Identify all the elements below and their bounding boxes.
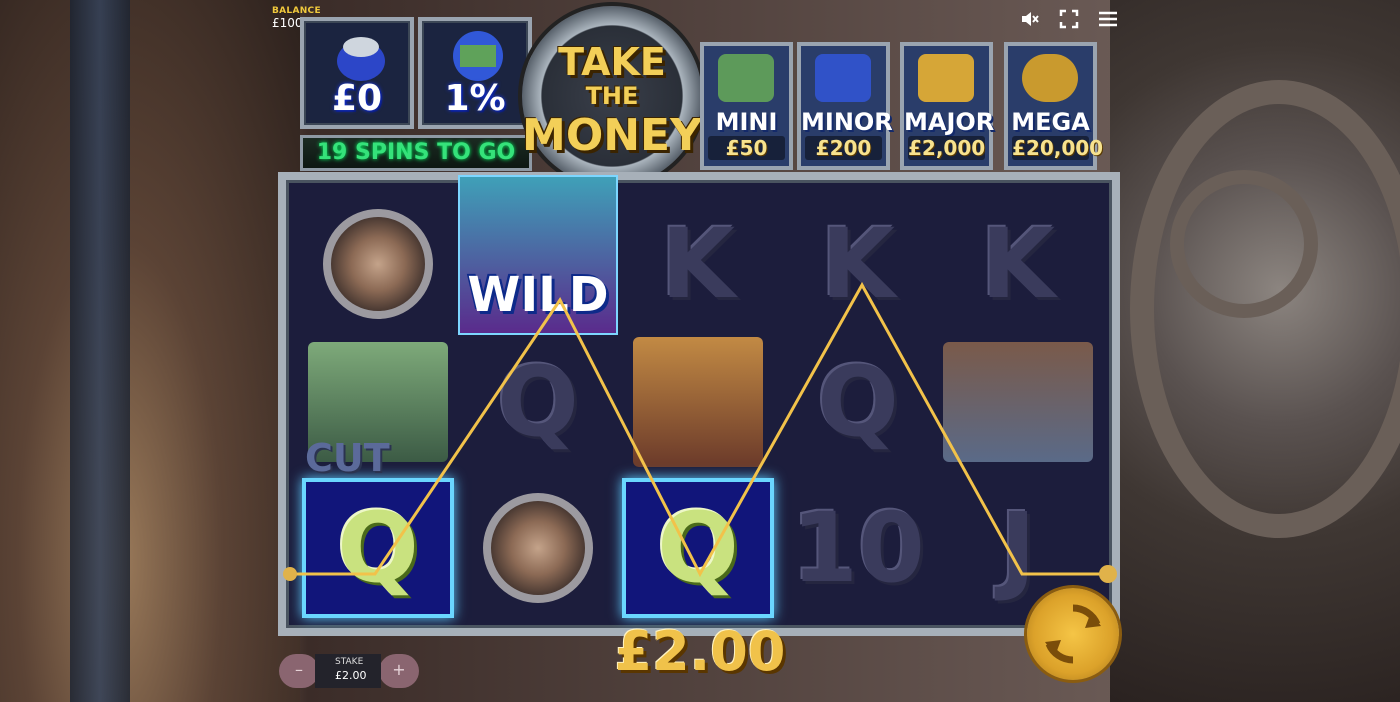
stake-increase-button[interactable]: +	[379, 654, 419, 688]
vault-door-frame	[70, 0, 130, 702]
jackpot-major: MAJOR £2,000	[900, 42, 995, 170]
spin-icon	[1045, 604, 1101, 664]
fullscreen-icon[interactable]	[1059, 9, 1079, 29]
jackpot-amount: £20,000	[1012, 136, 1104, 160]
vault-door-background	[1110, 0, 1400, 702]
symbol-q: Q	[782, 332, 934, 472]
mute-icon[interactable]	[1020, 9, 1040, 29]
stake-display: STAKE £2.00	[315, 654, 381, 688]
symbol-letter: Q	[497, 346, 579, 458]
stake-label: STAKE	[335, 657, 364, 667]
symbol-letter: 10	[791, 492, 925, 604]
jackpot-name: MAJOR	[904, 108, 995, 136]
credit-card-icon	[815, 54, 871, 102]
spins-remaining: 19 SPINS TO GO	[300, 135, 532, 171]
symbol-watch	[462, 478, 614, 618]
gold-coin-icon	[1022, 54, 1078, 102]
stake-decrease-button[interactable]: –	[279, 654, 319, 688]
multiplier-value: 1%	[444, 78, 506, 119]
symbol-watch	[302, 194, 454, 334]
symbol-k: K	[942, 194, 1094, 334]
balance-label: BALANCE	[272, 6, 321, 16]
spin-button[interactable]	[1027, 588, 1119, 680]
logo-line-2: THE	[585, 82, 639, 110]
jackpot-mega: MEGA £20,000	[1004, 42, 1104, 170]
stake-value: £2.00	[335, 669, 367, 682]
symbol-q-winning: Q	[622, 478, 774, 618]
jackpot-name: MEGA	[1011, 108, 1090, 136]
cash-coin-icon	[453, 31, 503, 81]
gold-coins-icon	[918, 54, 974, 102]
symbol-10: 10	[782, 478, 934, 618]
symbol-letter: Q	[337, 492, 419, 604]
jackpot-name: MINI	[715, 108, 778, 136]
logo-line-1: TAKE	[558, 40, 666, 84]
wild-label: WILD	[467, 267, 609, 323]
jackpot-minor: MINOR £200	[797, 42, 893, 170]
cash-roll-icon	[718, 54, 774, 102]
vault-shelves-background	[0, 0, 300, 702]
jewel-case-icon	[943, 342, 1093, 462]
symbol-letter: K	[660, 208, 736, 320]
jackpot-amount: £200	[805, 136, 882, 160]
win-amount: £2.00	[614, 620, 786, 683]
symbol-letter: K	[820, 208, 896, 320]
jackpot-amount: £50	[708, 136, 785, 160]
symbol-k: K	[782, 194, 934, 334]
jackpot-name: MINOR	[801, 108, 893, 136]
symbol-q: Q	[462, 332, 614, 472]
symbol-letter: K	[980, 208, 1056, 320]
symbol-case	[942, 332, 1094, 472]
watch-icon	[323, 209, 433, 319]
vault-door-ring	[1170, 170, 1318, 318]
money-bag-icon	[337, 37, 385, 81]
symbol-letter: Q	[657, 492, 739, 604]
jackpot-amount: £2,000	[908, 136, 986, 160]
logo-line-3: MONEY	[522, 110, 702, 161]
symbol-gangster	[622, 332, 774, 472]
symbol-letter: Q	[817, 346, 899, 458]
game-logo: TAKE THE MONEY	[522, 6, 702, 186]
collected-value-panel: £0	[300, 17, 414, 129]
reel-grid: K K K Q Q Q Q 10 J	[278, 172, 1120, 636]
symbol-q-winning: Q	[302, 478, 454, 618]
collected-value: £0	[331, 78, 383, 119]
gangster-icon	[633, 337, 763, 467]
symbol-wild: WILD	[458, 175, 618, 335]
menu-icon[interactable]	[1098, 9, 1118, 29]
symbol-k: K	[622, 194, 774, 334]
watch-icon	[483, 493, 593, 603]
multiplier-panel: 1%	[418, 17, 532, 129]
jackpot-mini: MINI £50	[700, 42, 793, 170]
cut-label: CUT	[305, 436, 390, 480]
stake-control: – + STAKE £2.00	[279, 654, 419, 688]
